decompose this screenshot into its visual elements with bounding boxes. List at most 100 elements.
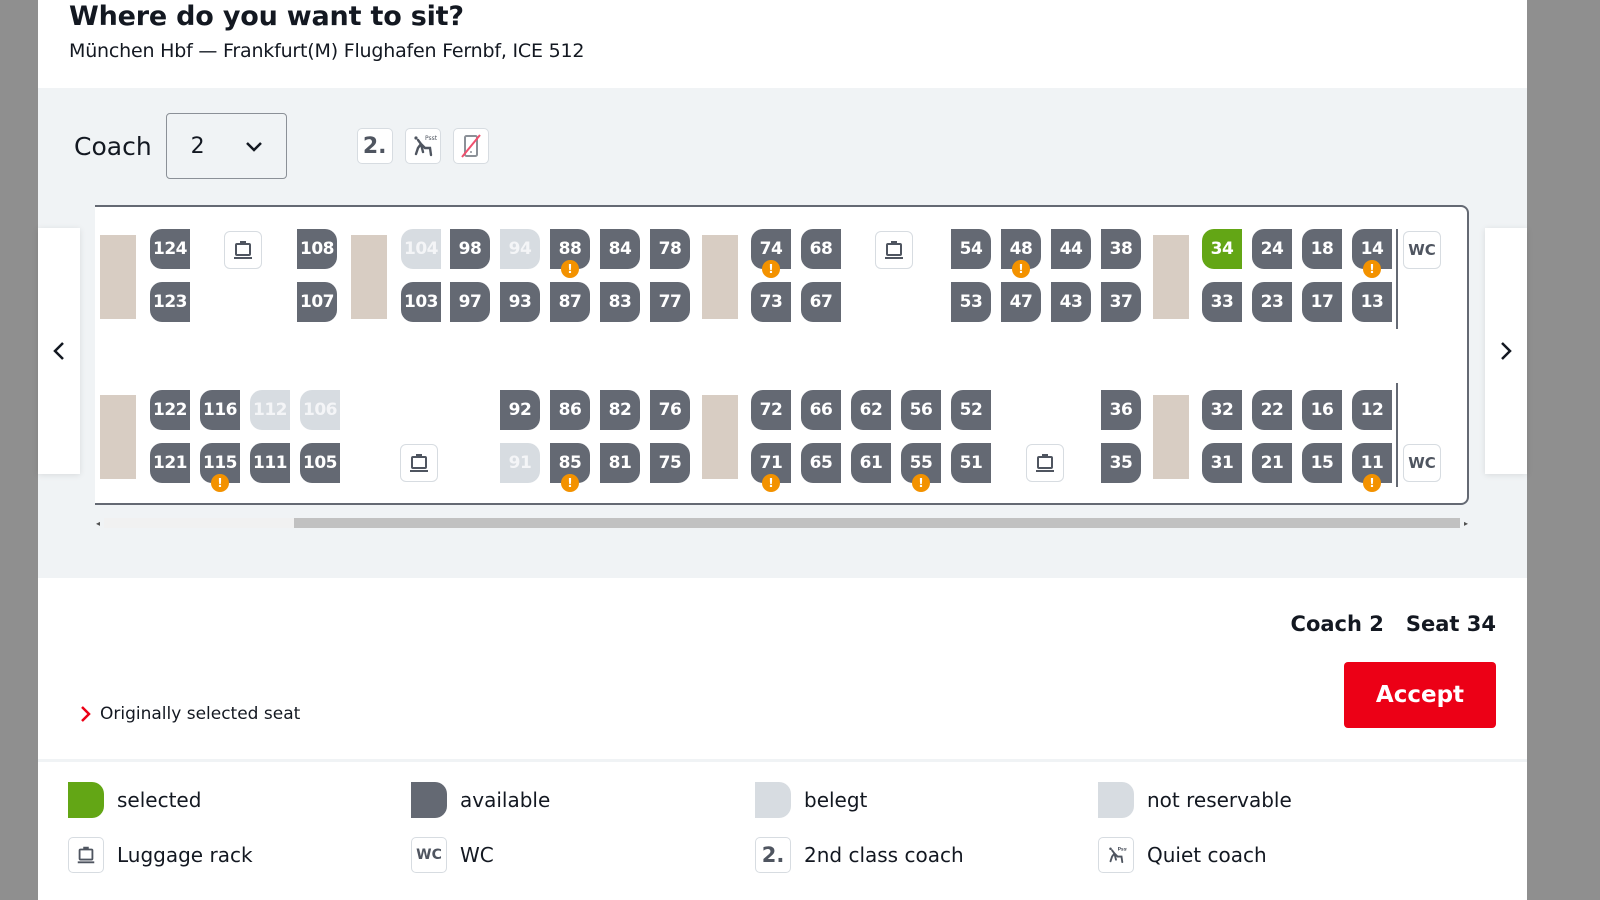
seat-81[interactable]: 81 [600,443,640,483]
seat-124[interactable]: 124 [150,229,190,269]
seat-31[interactable]: 31 [1202,443,1242,483]
table [1153,395,1189,479]
seat-54[interactable]: 54 [951,229,991,269]
scroll-left-arrow[interactable]: ◂ [96,519,100,528]
seat-43[interactable]: 43 [1051,282,1091,322]
seat-35[interactable]: 35 [1101,443,1141,483]
seat-97[interactable]: 97 [450,282,490,322]
seat-73[interactable]: 73 [751,282,791,322]
seat-103[interactable]: 103 [401,282,441,322]
seat-65[interactable]: 65 [801,443,841,483]
seat-36[interactable]: 36 [1101,390,1141,430]
second-class-icon: 2. [356,128,393,164]
seat-123[interactable]: 123 [150,282,190,322]
seat-94: 94 [500,229,540,269]
seat-53[interactable]: 53 [951,282,991,322]
coach-dropdown[interactable]: 2 [165,113,287,179]
seat-84[interactable]: 84 [600,229,640,269]
seat-75[interactable]: 75 [650,443,690,483]
seat-37[interactable]: 37 [1101,282,1141,322]
seat-67[interactable]: 67 [801,282,841,322]
seat-66[interactable]: 66 [801,390,841,430]
legend-quiet: Psst Quiet coach [1098,837,1267,873]
seat-121[interactable]: 121 [150,443,190,483]
wc-icon: WC [411,837,447,873]
seat-13[interactable]: 13 [1352,282,1392,322]
seat-22[interactable]: 22 [1252,390,1292,430]
seat-52[interactable]: 52 [951,390,991,430]
selected-coach: Coach 2 [1290,612,1384,636]
seat-106: 106 [300,390,340,430]
chevron-down-icon [245,142,262,152]
seat-15[interactable]: 15 [1302,443,1342,483]
coach-seat-map: 124 123 108 107 104 103 98 97 94 93 88! 87 84 83 78 77 7… [95,205,1469,505]
wc-icon: WC [1403,231,1441,269]
seat-24[interactable]: 24 [1252,229,1292,269]
seat-83[interactable]: 83 [600,282,640,322]
seat-51[interactable]: 51 [951,443,991,483]
route-subtitle: München Hbf — Frankfurt(M) Flughafen Fer… [69,40,585,62]
seat-16[interactable]: 16 [1302,390,1342,430]
seat-61[interactable]: 61 [851,443,891,483]
seat-33[interactable]: 33 [1202,282,1242,322]
seat-17[interactable]: 17 [1302,282,1342,322]
seat-47[interactable]: 47 [1001,282,1041,322]
seat-32[interactable]: 32 [1202,390,1242,430]
legend-second-class: 2. 2nd class coach [755,837,964,873]
seat-56[interactable]: 56 [901,390,941,430]
dialog-header: Where do you want to sit? München Hbf — … [38,0,1527,88]
seat-62[interactable]: 62 [851,390,891,430]
table [1153,235,1189,319]
seat-91: 91 [500,443,540,483]
seat-44[interactable]: 44 [1051,229,1091,269]
luggage-rack-icon [400,444,438,482]
page-title: Where do you want to sit? [69,1,464,32]
seat-111[interactable]: 111 [250,443,290,483]
seat-18[interactable]: 18 [1302,229,1342,269]
coach-label: Coach [74,131,152,161]
seat-34[interactable]: 34 [1202,229,1242,269]
table [100,235,136,319]
seat-76[interactable]: 76 [650,390,690,430]
legend-luggage: Luggage rack [68,837,253,873]
warning-icon: ! [561,474,579,492]
originally-selected-seat-link[interactable]: Originally selected seat [78,704,300,724]
seat-77[interactable]: 77 [650,282,690,322]
next-coach-button[interactable] [1485,228,1527,474]
table [702,395,738,479]
chevron-left-icon [53,342,64,360]
no-phone-icon [452,128,489,164]
seat-107[interactable]: 107 [297,282,337,322]
svg-text:Psst: Psst [425,135,437,142]
seat-12[interactable]: 12 [1352,390,1392,430]
wc-icon: WC [1403,444,1441,482]
seat-87[interactable]: 87 [550,282,590,322]
scroll-right-arrow[interactable]: ▸ [1464,519,1468,528]
seat-68[interactable]: 68 [801,229,841,269]
seat-104: 104 [401,229,441,269]
seat-92[interactable]: 92 [500,390,540,430]
warning-icon: ! [1363,474,1381,492]
seat-21[interactable]: 21 [1252,443,1292,483]
accept-button[interactable]: Accept [1344,662,1496,728]
seat-93[interactable]: 93 [500,282,540,322]
seat-86[interactable]: 86 [550,390,590,430]
seat-98[interactable]: 98 [450,229,490,269]
seat-116[interactable]: 116 [200,390,240,430]
table [351,235,387,319]
seat-122[interactable]: 122 [150,390,190,430]
seat-map-scrollbar[interactable]: ◂ ▸ [96,516,1468,530]
seat-105[interactable]: 105 [300,443,340,483]
luggage-rack-icon [68,837,104,873]
previous-coach-button[interactable] [38,228,80,474]
coach-selector-row: Coach 2 2. Psst [74,113,489,179]
legend-not-reservable: not reservable [1098,782,1292,818]
seat-72[interactable]: 72 [751,390,791,430]
seat-82[interactable]: 82 [600,390,640,430]
seat-108[interactable]: 108 [297,229,337,269]
seat-38[interactable]: 38 [1101,229,1141,269]
seat-23[interactable]: 23 [1252,282,1292,322]
seat-78[interactable]: 78 [650,229,690,269]
scroll-thumb[interactable] [294,518,1460,528]
legend-occupied: belegt [755,782,867,818]
